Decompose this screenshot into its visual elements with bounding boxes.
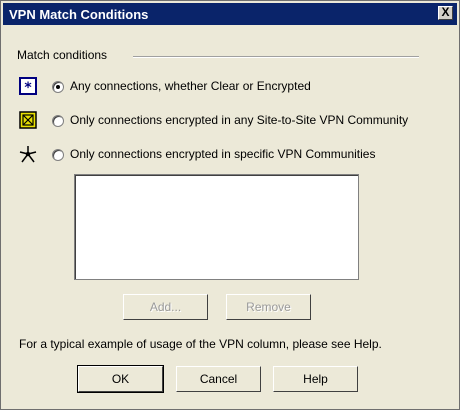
- title-bar[interactable]: VPN Match Conditions X: [3, 3, 457, 25]
- option-specific-communities-label: Only connections encrypted in specific V…: [70, 147, 376, 161]
- cancel-button[interactable]: Cancel: [176, 366, 261, 392]
- option-site-to-site-label: Only connections encrypted in any Site-t…: [70, 113, 409, 127]
- option-any-connections-label: Any connections, whether Clear or Encryp…: [70, 79, 311, 93]
- close-button[interactable]: X: [438, 6, 453, 20]
- star-box-icon: *: [19, 77, 37, 95]
- help-button[interactable]: Help: [273, 366, 358, 392]
- match-conditions-group-label: Match conditions: [17, 48, 108, 62]
- radio-specific-communities[interactable]: [52, 149, 64, 161]
- ok-button[interactable]: OK: [77, 365, 164, 393]
- radio-any-connections[interactable]: [52, 81, 64, 93]
- add-button[interactable]: Add...: [123, 294, 208, 320]
- vpn-communities-list[interactable]: [74, 174, 359, 280]
- group-divider: [133, 56, 419, 58]
- help-hint-text: For a typical example of usage of the VP…: [19, 337, 382, 351]
- site-to-site-community-icon: [19, 111, 37, 129]
- svg-text:*: *: [24, 80, 32, 95]
- vpn-match-conditions-dialog: VPN Match Conditions X Match conditions …: [0, 0, 460, 410]
- vpn-community-star-icon: [19, 146, 37, 163]
- dialog-title: VPN Match Conditions: [9, 7, 149, 22]
- radio-site-to-site[interactable]: [52, 115, 64, 127]
- remove-button[interactable]: Remove: [226, 294, 311, 320]
